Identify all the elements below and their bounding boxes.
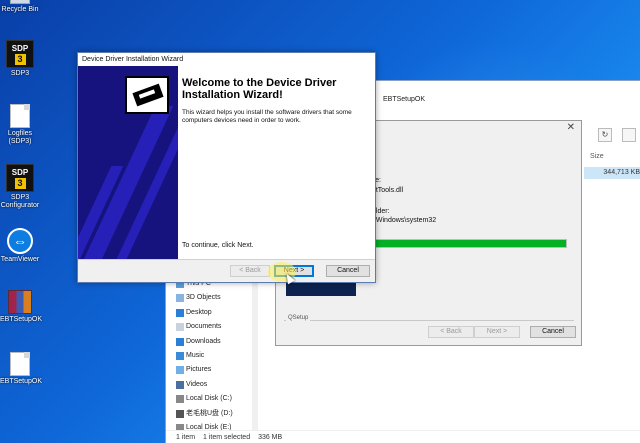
search-box[interactable] xyxy=(622,128,636,142)
wizard-hint: To continue, click Next. xyxy=(182,242,254,249)
recycle-bin-icon xyxy=(10,0,30,4)
back-button[interactable]: < Back xyxy=(230,265,270,277)
desktop-icon-sdp3[interactable]: SDP 3 SDP3 xyxy=(0,40,40,78)
folder-value: :\Windows\system32 xyxy=(372,217,437,224)
teamviewer-icon: ⇔ xyxy=(7,228,33,254)
nav-item-downloads[interactable]: Downloads xyxy=(176,335,256,349)
disk-icon xyxy=(176,395,184,404)
winrar-icon xyxy=(8,290,32,314)
cube-icon xyxy=(176,294,184,303)
install-progress-bar xyxy=(361,239,567,248)
nav-item-music[interactable]: Music xyxy=(176,349,256,363)
wizard-content: Welcome to the Device Driver Installatio… xyxy=(178,66,375,259)
explorer-title: EBTSetupOK xyxy=(383,96,426,103)
close-icon[interactable]: ✕ xyxy=(567,122,575,133)
wizard-separator xyxy=(78,259,375,260)
status-bar: 1 item 1 item selected 336 MB xyxy=(166,430,640,443)
desktop-icon-teamviewer[interactable]: ⇔ TeamViewer xyxy=(0,228,40,264)
status-selected: 1 item selected xyxy=(203,434,251,441)
group-label: QSetup xyxy=(286,315,311,321)
column-header-size[interactable]: Size xyxy=(590,153,604,160)
file-icon xyxy=(10,352,30,376)
back-button[interactable]: < Back xyxy=(428,326,474,338)
file-icon xyxy=(10,104,30,128)
wizard-titlebar[interactable]: Device Driver Installation Wizard xyxy=(78,53,375,66)
nav-item-disk-d[interactable]: 老毛桃U盘 (D:) xyxy=(176,407,256,421)
sdp3-icon: SDP 3 xyxy=(6,40,34,68)
desktop-icon xyxy=(176,308,184,317)
driver-wizard-dialog: Device Driver Installation Wizard Welcom… xyxy=(77,52,376,283)
disk-icon xyxy=(176,409,184,418)
status-item-count: 1 item xyxy=(176,434,196,441)
desktop-icon-ebtsetupok-file[interactable]: EBTSetupOK xyxy=(0,352,42,386)
pictures-icon xyxy=(176,366,184,375)
nav-item-desktop[interactable]: Desktop xyxy=(176,306,256,320)
music-icon xyxy=(176,351,184,360)
nav-item-3d-objects[interactable]: 3D Objects xyxy=(176,291,256,305)
desktop-icon-sdp3-configurator[interactable]: SDP 3 SDP3 Configurator xyxy=(0,164,40,210)
file-size-cell[interactable]: 344,713 KB xyxy=(584,167,640,179)
navigation-pane: This PC 3D Objects Desktop Documents Dow… xyxy=(176,277,256,435)
sdp3-icon: SDP 3 xyxy=(6,164,34,192)
nav-item-documents[interactable]: Documents xyxy=(176,320,256,334)
cancel-button[interactable]: Cancel xyxy=(326,265,370,277)
wizard-description: This wizard helps you install the softwa… xyxy=(182,109,352,124)
next-button[interactable]: Next > xyxy=(474,326,520,338)
group-divider xyxy=(284,320,574,321)
refresh-icon[interactable]: ↻ xyxy=(598,128,612,142)
wizard-heading: Welcome to the Device Driver Installatio… xyxy=(182,77,337,101)
download-icon xyxy=(176,337,184,346)
status-size: 336 MB xyxy=(258,434,283,441)
wizard-banner xyxy=(78,66,178,259)
videos-icon xyxy=(176,380,184,389)
progress-fill xyxy=(362,240,566,247)
desktop-icon-recycle-bin[interactable]: Recycle Bin xyxy=(0,0,40,14)
hardware-card-icon xyxy=(125,76,169,114)
desktop-icon-logfiles[interactable]: Logfiles (SDP3) xyxy=(0,104,40,146)
nav-item-videos[interactable]: Videos xyxy=(176,378,256,392)
nav-item-disk-c[interactable]: Local Disk (C:) xyxy=(176,392,256,406)
nav-item-pictures[interactable]: Pictures xyxy=(176,363,256,377)
desktop-icon-ebtsetupok-archive[interactable]: EBTSetupOK xyxy=(0,290,42,324)
cancel-button[interactable]: Cancel xyxy=(530,326,576,338)
documents-icon xyxy=(176,323,184,332)
